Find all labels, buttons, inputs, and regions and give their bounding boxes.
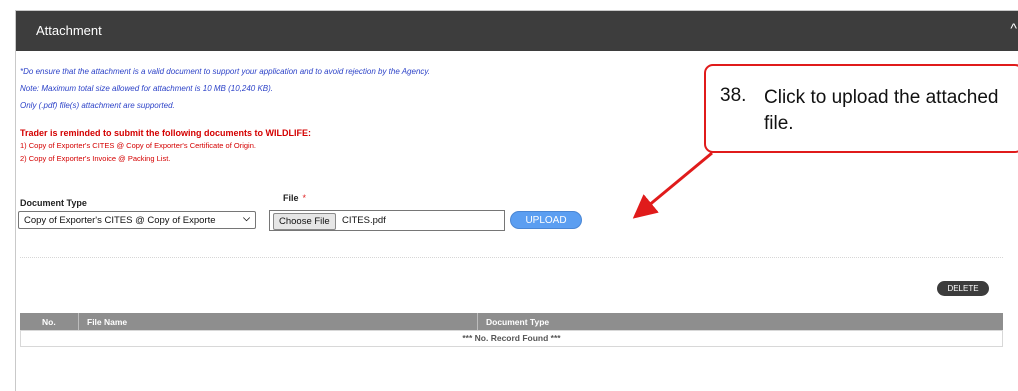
callout-number: 38. [720,85,747,106]
callout-arrow [632,151,713,219]
instruction-callout: 38. Click to upload the attached file. [704,64,1018,153]
callout-text: Click to upload the attached file. [764,87,999,134]
